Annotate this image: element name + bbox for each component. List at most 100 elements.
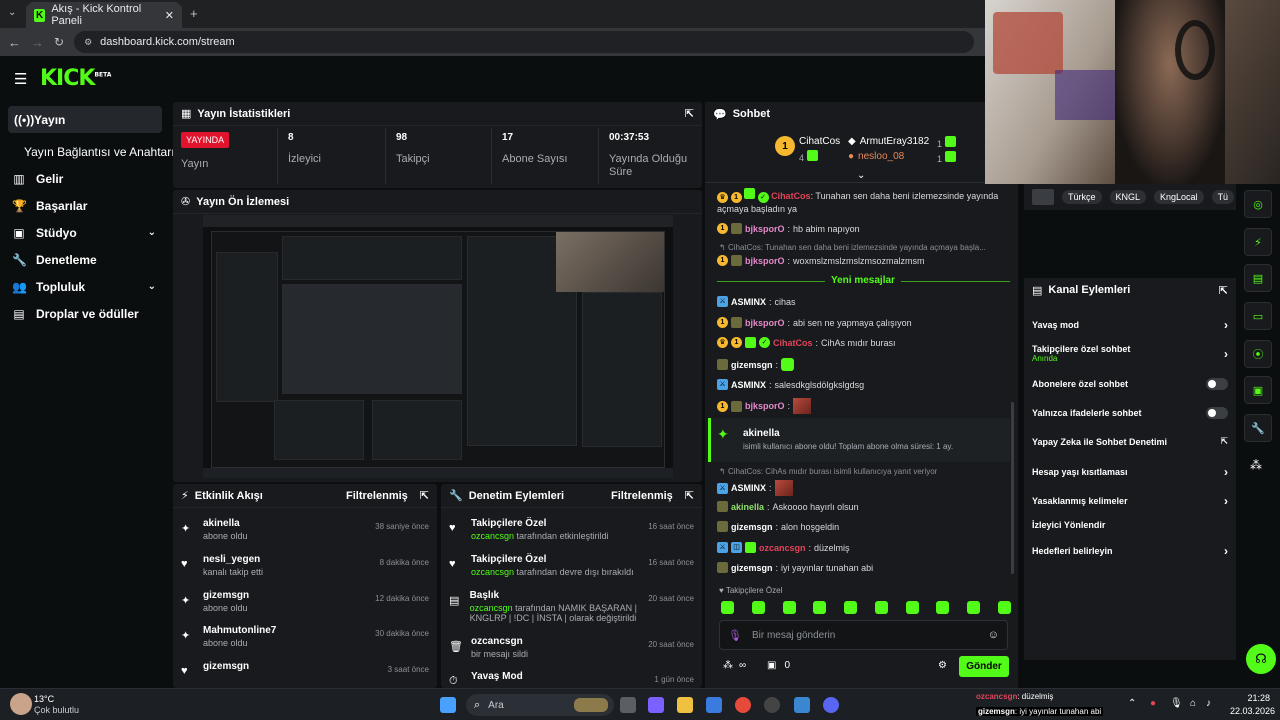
emote-icon[interactable]	[874, 601, 888, 614]
browser-tab[interactable]: K Akış - Kick Kontrol Paneli ✕	[26, 2, 182, 28]
sidebar-item-revenue[interactable]: ▥ Gelir	[0, 165, 170, 192]
back-icon[interactable]: ←	[8, 35, 21, 50]
emote-icon[interactable]	[905, 601, 919, 614]
channel-points[interactable]: ⁂ ∞	[723, 660, 746, 671]
popout-icon[interactable]: ⇱	[1219, 284, 1228, 297]
emote-icon[interactable]	[997, 601, 1011, 614]
chat-username[interactable]: bjksporO	[745, 318, 785, 328]
send-button[interactable]: Gönder	[959, 656, 1009, 677]
taskbar-search[interactable]: ⌕ Ara	[466, 694, 614, 716]
stream-preview-video[interactable]	[203, 215, 673, 478]
emote-icon[interactable]	[936, 601, 950, 614]
chat-username[interactable]: gizemsgn	[731, 563, 773, 573]
chat-username[interactable]: CihatCos	[771, 191, 811, 201]
emote-icon[interactable]	[782, 601, 796, 614]
emote-icon[interactable]	[813, 601, 827, 614]
chat-username[interactable]: bjksporO	[745, 256, 785, 266]
broadcast-icon[interactable]: ⦿	[1244, 340, 1272, 368]
sidebar-item-studio[interactable]: ▣ Stüdyo ⌄	[0, 219, 170, 246]
sidebar-item-stream[interactable]: ((•)) Yayın	[8, 106, 162, 133]
tag-chip[interactable]: KngLocal	[1154, 190, 1204, 204]
hamburger-menu-icon[interactable]: ☰	[14, 70, 27, 88]
tag-chip[interactable]: KNGL	[1109, 190, 1147, 204]
emote-icon[interactable]	[751, 601, 765, 614]
address-bar[interactable]: ⚙ dashboard.kick.com/stream	[74, 31, 975, 53]
forward-icon[interactable]: →	[31, 35, 44, 50]
action-raid[interactable]: İzleyici Yönlendir	[1032, 520, 1228, 530]
tab-list-icon[interactable]: ⌄	[8, 7, 16, 18]
tag-chip[interactable]: Tü	[1211, 190, 1235, 204]
tray-chevron-icon[interactable]: ⌃	[1128, 698, 1136, 709]
action-ai-moderation[interactable]: Yapay Zeka ile Sohbet Denetimi ⇱	[1032, 436, 1228, 447]
chat-username[interactable]: gizemsgn	[731, 522, 773, 532]
chat-username[interactable]: ASMINX	[731, 380, 766, 390]
store-icon[interactable]	[706, 697, 722, 713]
action-goals[interactable]: Hedefleri belirleyin ›	[1032, 544, 1228, 558]
microphone-icon[interactable]: 🎙	[728, 629, 742, 642]
chat-scrollbar[interactable]	[1011, 402, 1014, 574]
gift-counter[interactable]: ▣ 0	[767, 660, 790, 671]
sidebar-item-stream-key[interactable]: Yayın Bağlantısı ve Anahtarı	[0, 138, 175, 165]
action-emote-only[interactable]: Yalnızca ifadelerle sohbet	[1032, 407, 1228, 419]
chat-bubble-icon[interactable]: ▭	[1244, 302, 1272, 330]
toggle-switch[interactable]	[1206, 407, 1228, 419]
popout-icon[interactable]: ⇱	[685, 489, 694, 502]
volume-icon[interactable]: ♪	[1206, 698, 1211, 709]
chat-username[interactable]: akinella	[731, 502, 764, 512]
clipboard-icon[interactable]: ▤	[1244, 264, 1272, 292]
sidebar-item-community[interactable]: 👥 Topluluk ⌄	[0, 273, 170, 300]
chat-username[interactable]: bjksporO	[745, 224, 785, 234]
popout-icon[interactable]: ⇱	[420, 489, 429, 502]
filter-button[interactable]: Filtrelenmiş	[611, 490, 673, 502]
chat-username[interactable]: ASMINX	[731, 297, 766, 307]
chrome-icon[interactable]	[735, 697, 751, 713]
wrench-icon[interactable]: 🔧	[1244, 414, 1272, 442]
lightning-icon[interactable]: ⚡	[1244, 228, 1272, 256]
chat-username[interactable]: gizemsgn	[731, 360, 773, 370]
network-icon[interactable]: ⌂	[1190, 698, 1196, 709]
action-followers-only[interactable]: Takipçilere özel sohbet Anında ›	[1032, 344, 1228, 363]
emote-icon[interactable]	[721, 601, 734, 614]
reload-icon[interactable]: ↻	[54, 35, 64, 49]
action-subscribers-only[interactable]: Abonelere özel sohbet	[1032, 378, 1228, 390]
tray-app-icon[interactable]: ●	[1150, 698, 1156, 709]
emote-icon[interactable]	[844, 601, 858, 614]
sidebar-item-moderation[interactable]: 🔧 Denetleme	[0, 246, 170, 273]
obs-icon[interactable]	[764, 697, 780, 713]
popout-icon[interactable]: ⇱	[685, 107, 694, 120]
clock[interactable]: 21:28 22.03.2026	[1230, 693, 1275, 716]
action-slow-mode[interactable]: Yavaş mod ›	[1032, 318, 1228, 332]
chat-username[interactable]: ozcancsgn	[759, 543, 806, 553]
tag-chip[interactable]: Türkçe	[1062, 190, 1102, 204]
app-icon[interactable]	[794, 697, 810, 713]
camera-icon[interactable]: ◎	[1244, 190, 1272, 218]
kick-logo[interactable]: KICKBETA	[40, 66, 111, 91]
microphone-icon[interactable]: 🎙	[1170, 698, 1183, 709]
user-card-icon[interactable]: ▣	[1244, 376, 1272, 404]
site-info-icon[interactable]: ⚙	[84, 37, 92, 48]
help-icon[interactable]: ☊	[1246, 644, 1276, 674]
chat-username[interactable]: CihatCos	[773, 338, 813, 348]
windows-start-icon[interactable]	[440, 697, 456, 713]
collapse-icon[interactable]: ⌄	[857, 170, 865, 181]
tab-close-icon[interactable]: ✕	[165, 9, 174, 22]
emote-icon[interactable]	[967, 601, 981, 614]
action-account-age[interactable]: Hesap yaşı kısıtlaması ›	[1032, 465, 1228, 479]
task-view-icon[interactable]	[620, 697, 636, 713]
new-tab-icon[interactable]: +	[190, 6, 198, 21]
chat-username[interactable]: bjksporO	[745, 401, 785, 411]
more-icon[interactable]: ⁂	[1250, 458, 1262, 472]
emoji-icon[interactable]: ☺	[988, 629, 999, 641]
action-banned-words[interactable]: Yasaklanmış kelimeler ›	[1032, 494, 1228, 508]
filter-button[interactable]: Filtrelenmiş	[346, 490, 408, 502]
chat-settings-icon[interactable]: ⚙	[938, 660, 947, 671]
sidebar-item-drops[interactable]: ▤ Droplar ve ödüller	[0, 300, 170, 327]
toggle-switch[interactable]	[1206, 378, 1228, 390]
discord-icon[interactable]	[823, 697, 839, 713]
chat-input[interactable]: 🎙 Bir mesaj gönderin ☺	[719, 620, 1008, 650]
file-explorer-icon[interactable]	[677, 697, 693, 713]
sidebar-item-achievements[interactable]: 🏆 Başarılar	[0, 192, 170, 219]
chat-username[interactable]: ASMINX	[731, 483, 766, 493]
weather-icon[interactable]	[10, 693, 32, 715]
copilot-icon[interactable]	[648, 697, 664, 713]
